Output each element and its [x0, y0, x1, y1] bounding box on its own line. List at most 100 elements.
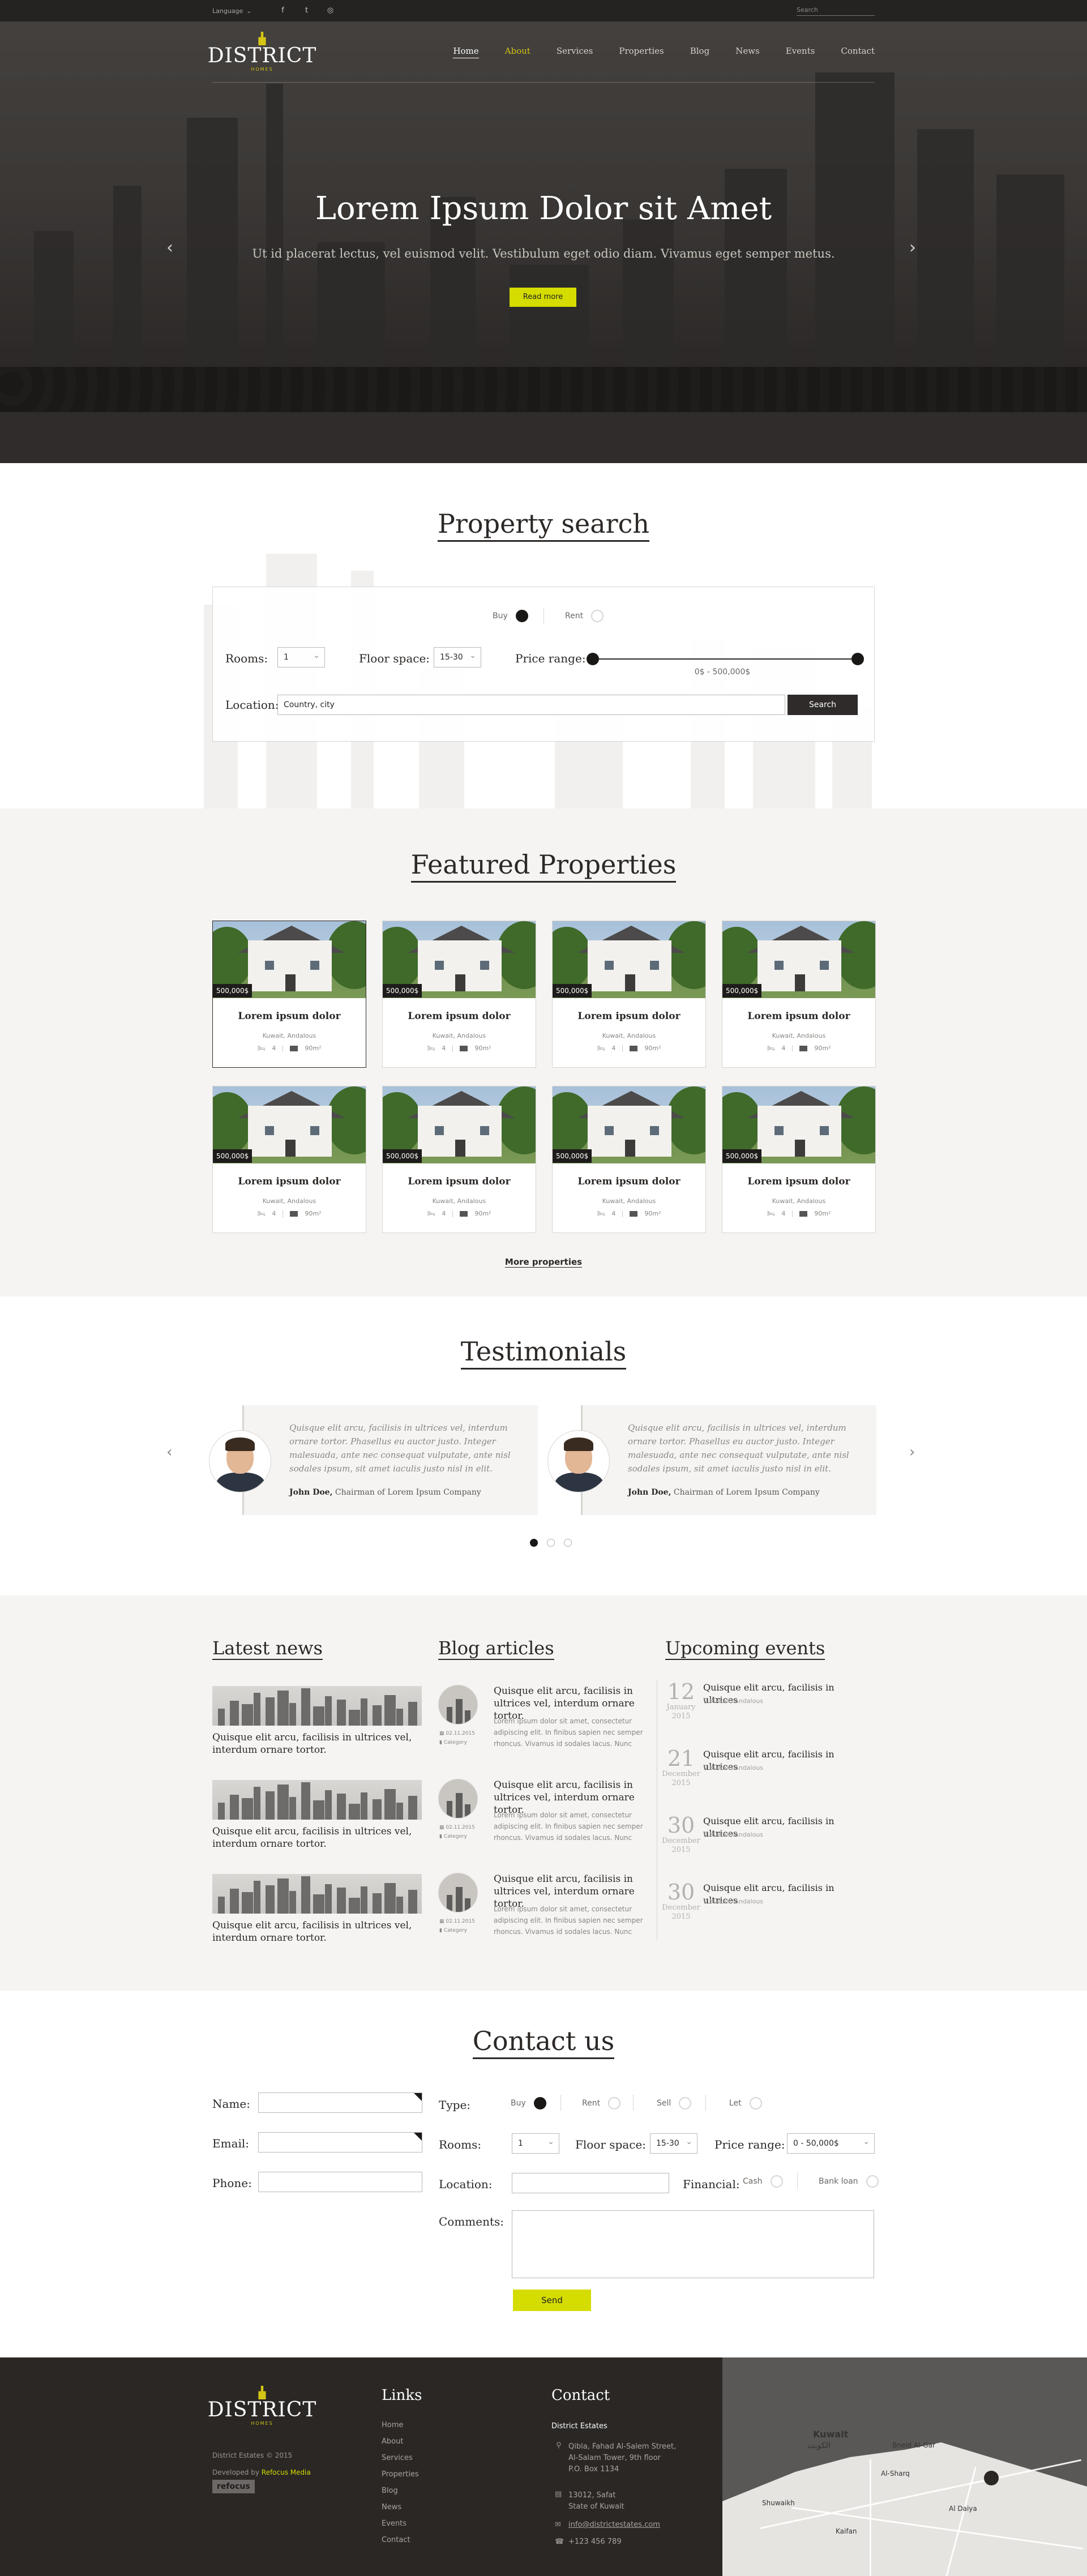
news-image[interactable]	[212, 1686, 422, 1726]
price-range-min-handle[interactable]	[587, 653, 599, 665]
property-meta: 🛏 4 90m²	[597, 1210, 661, 1217]
financial-cash-radio[interactable]: Cash	[743, 2175, 783, 2188]
nav-news[interactable]: News	[735, 46, 760, 58]
buy-radio[interactable]: Buy	[493, 610, 528, 622]
logo[interactable]: DISTRICT HOMES	[208, 32, 316, 72]
testimonials-prev-icon[interactable]: ‹	[166, 1444, 172, 1461]
property-card[interactable]: 500,000$ Lorem ipsum dolor Kuwait, Andalou…	[552, 921, 706, 1068]
links-title: Links	[382, 2387, 422, 2404]
search-button[interactable]: Search	[788, 695, 858, 715]
footer-link[interactable]: Contact	[382, 2536, 410, 2544]
property-title: Lorem ipsum dolor	[577, 1176, 681, 1187]
property-card[interactable]: 500,000$ Lorem ipsum dolor Kuwait, Andalou…	[722, 921, 876, 1068]
news-image[interactable]	[212, 1780, 422, 1820]
type-buy-radio[interactable]: Buy	[511, 2097, 546, 2109]
type-let-radio[interactable]: Let	[729, 2097, 762, 2109]
read-more-button[interactable]: Read more	[510, 288, 576, 307]
comments-textarea[interactable]	[512, 2210, 874, 2278]
contact-location-field[interactable]	[512, 2173, 669, 2193]
language-selector[interactable]: Language ⌄	[212, 7, 252, 15]
property-card[interactable]: 500,000$ Lorem ipsum dolor Kuwait, Andalou…	[382, 921, 536, 1068]
news-image[interactable]	[212, 1874, 422, 1914]
pagination-dot[interactable]	[547, 1539, 555, 1547]
nav-blog[interactable]: Blog	[690, 46, 709, 58]
email-field[interactable]	[258, 2132, 422, 2153]
property-title: Lorem ipsum dolor	[747, 1011, 850, 1022]
testimonials-next-icon[interactable]: ›	[909, 1444, 915, 1461]
copyright: District Estates © 2015	[212, 2451, 293, 2459]
property-title: Lorem ipsum dolor	[747, 1176, 850, 1187]
map-marker-icon[interactable]	[984, 2471, 999, 2485]
news-title[interactable]: Quisque elit arcu, facilisis in ultrices…	[212, 1825, 422, 1850]
twitter-icon[interactable]: t	[303, 7, 311, 15]
more-properties-link[interactable]: More properties	[0, 1257, 1087, 1268]
price-range-track	[591, 658, 856, 660]
news-title[interactable]: Quisque elit arcu, facilisis in ultrices…	[212, 1919, 422, 1944]
footer-link[interactable]: Services	[382, 2454, 413, 2462]
contact-floor-select[interactable]: 15-30	[650, 2132, 697, 2154]
contact-rooms-select[interactable]: 1	[512, 2132, 559, 2154]
hero-subtitle: Ut id placerat lectus, vel euismod velit…	[252, 247, 835, 260]
slider-prev-icon[interactable]: ‹	[166, 238, 173, 258]
property-location: Kuwait, Andalous	[602, 1032, 656, 1039]
radio-checked-icon	[533, 2097, 546, 2109]
footer-link[interactable]: Properties	[382, 2470, 419, 2479]
footer-link[interactable]: Home	[382, 2421, 403, 2429]
nav-events[interactable]: Events	[786, 46, 815, 58]
email-link[interactable]: info@districtestates.com	[568, 2521, 660, 2529]
footer-link[interactable]: Events	[382, 2519, 406, 2528]
nav-home[interactable]: Home	[453, 46, 479, 58]
facebook-icon[interactable]: f	[279, 7, 287, 15]
nav-services[interactable]: Services	[557, 46, 593, 58]
type-rent-radio[interactable]: Rent	[582, 2097, 621, 2109]
location-input[interactable]: Country, city	[277, 695, 785, 715]
rent-radio[interactable]: Rent	[565, 610, 604, 622]
financial-label: Financial:	[683, 2177, 740, 2191]
radio-unchecked-icon	[866, 2175, 879, 2188]
name-field[interactable]	[258, 2093, 422, 2113]
avatar	[547, 1430, 610, 1492]
footer-link[interactable]: About	[382, 2437, 403, 2446]
slider-next-icon[interactable]: ›	[909, 238, 916, 258]
property-card[interactable]: 500,000$ Lorem ipsum dolor Kuwait, Andalou…	[722, 1086, 876, 1233]
financial-bank-loan-radio[interactable]: Bank loan	[819, 2175, 879, 2188]
property-card[interactable]: 500,000$ Lorem ipsum dolor Kuwait, Andalou…	[552, 1086, 706, 1233]
type-sell-radio[interactable]: Sell	[657, 2097, 692, 2109]
logo-name: DISTRICT	[207, 2398, 317, 2421]
nav-about[interactable]: About	[505, 46, 530, 58]
nav-properties[interactable]: Properties	[619, 46, 664, 58]
instagram-icon[interactable]: ◎	[327, 7, 335, 15]
pagination-dot[interactable]	[530, 1539, 538, 1547]
developer-link[interactable]: Refocus Media	[262, 2468, 311, 2476]
floor-space-select[interactable]: 15-30	[434, 646, 481, 667]
property-card[interactable]: 500,000$ Lorem ipsum dolor Kuwait, Andalou…	[382, 1086, 536, 1233]
property-location: Kuwait, Andalous	[772, 1032, 826, 1039]
blog-thumbnail[interactable]	[438, 1685, 478, 1725]
hero-title: Lorem Ipsum Dolor sit Amet	[315, 190, 772, 227]
footer-link[interactable]: Blog	[382, 2487, 398, 2495]
featured-properties-section: Featured Properties 500,000$ Lorem ipsum …	[0, 808, 1087, 1296]
area-icon	[290, 1045, 298, 1051]
contact-price-select[interactable]: 0 - 50,000$	[787, 2132, 875, 2154]
blog-thumbnail[interactable]	[438, 1779, 478, 1818]
property-location: Kuwait, Andalous	[432, 1032, 486, 1039]
refocus-badge[interactable]: refocus	[212, 2480, 255, 2493]
footer-logo[interactable]: DISTRICT HOMES	[208, 2386, 316, 2426]
property-card[interactable]: 500,000$ Lorem ipsum dolor Kuwait, Andalou…	[212, 1086, 366, 1233]
radio-unchecked-icon	[591, 610, 604, 622]
property-title: Lorem ipsum dolor	[408, 1011, 511, 1022]
send-button[interactable]: Send	[513, 2290, 591, 2311]
blog-excerpt: Lorem ipsum dolor sit amet, consectetur …	[494, 1905, 643, 1936]
property-card[interactable]: 500,000$ Lorem ipsum dolor Kuwait, Andalou…	[212, 921, 366, 1068]
rooms-select[interactable]: 1	[277, 646, 325, 667]
footer-link[interactable]: News	[382, 2503, 401, 2511]
search-input[interactable]: Search	[797, 6, 875, 16]
price-range-max-handle[interactable]	[851, 653, 864, 665]
location-map[interactable]: Kuwait الكويت Bneid Al-Gar Al-Sharq Kaif…	[722, 2357, 1087, 2576]
blog-thumbnail[interactable]	[438, 1873, 478, 1912]
phone-field[interactable]	[258, 2172, 422, 2192]
nav-contact[interactable]: Contact	[841, 46, 875, 58]
area-icon	[799, 1045, 808, 1051]
pagination-dot[interactable]	[564, 1539, 572, 1547]
news-title[interactable]: Quisque elit arcu, facilisis in ultrices…	[212, 1731, 422, 1756]
